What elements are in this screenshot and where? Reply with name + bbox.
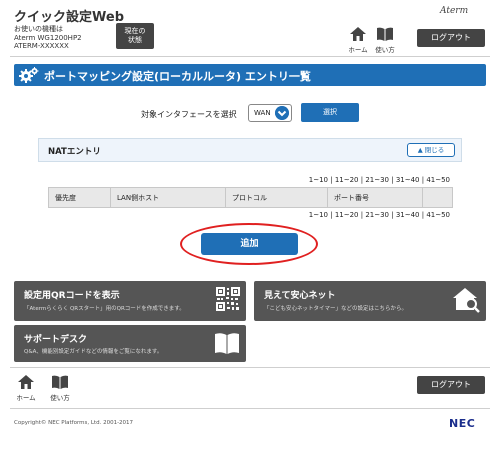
close-button[interactable]: ▲ 閉じる	[407, 143, 455, 157]
column-port: ポート番号	[327, 187, 423, 208]
page-link[interactable]: 1~10	[309, 176, 328, 184]
device-label: お使いの機種は	[14, 25, 63, 33]
page-link[interactable]: 41~50	[426, 176, 450, 184]
qr-tile-title: 設定用QRコードを表示	[24, 291, 120, 301]
qr-code-tile[interactable]	[14, 281, 246, 321]
footer-help-label: 使い方	[50, 394, 70, 402]
nat-entry-table: 優先度 LAN側ホスト プロトコル ポート番号	[48, 187, 453, 208]
gear-icon	[19, 67, 39, 83]
qr-code-icon	[216, 287, 240, 311]
help-button[interactable]: 使い方	[373, 27, 397, 54]
brand-logo: Aterm	[440, 6, 469, 16]
page-link[interactable]: 1~10	[309, 211, 328, 219]
nat-entry-panel	[38, 138, 462, 162]
column-protocol: プロトコル	[225, 187, 328, 208]
status-button-line2: 状態	[128, 36, 142, 44]
home-icon	[18, 375, 34, 389]
chevron-up-icon: ▲	[417, 146, 423, 154]
page-link[interactable]: 31~40	[396, 211, 420, 219]
column-priority: 優先度	[48, 187, 111, 208]
table-header-row: 優先度 LAN側ホスト プロトコル ポート番号	[48, 187, 453, 208]
pagination-top: 1~10 | 11~20 | 21~30 | 31~40 | 41~50	[308, 176, 450, 184]
help-label: 使い方	[375, 46, 395, 54]
interface-select-value: WAN	[254, 109, 271, 117]
nec-logo: NEC	[449, 417, 476, 430]
page-link[interactable]: 21~30	[365, 176, 389, 184]
page-link[interactable]: 11~20	[335, 176, 359, 184]
device-model: Aterm WG1200HP2	[14, 33, 82, 42]
chevron-down-icon	[275, 106, 289, 120]
app-title: クイック設定Web	[14, 10, 124, 25]
device-id: ATERM-XXXXXX	[14, 42, 69, 50]
logout-button[interactable]: ログアウト	[417, 29, 485, 47]
page-link[interactable]: 21~30	[365, 211, 389, 219]
nat-entry-title: NATエントリ	[48, 147, 101, 157]
device-info: お使いの機種は Aterm WG1200HP2 ATERM-XXXXXX	[14, 25, 82, 51]
column-lan-host: LAN側ホスト	[110, 187, 226, 208]
safe-net-subtitle: 「こども安心ネットタイマー」などの設定はこちらから。	[264, 306, 408, 312]
safe-net-tile[interactable]	[254, 281, 486, 321]
footer-home-button[interactable]: ホーム	[14, 375, 38, 402]
safe-net-title: 見えて安心ネット	[264, 291, 336, 301]
home-icon	[350, 27, 366, 41]
home-search-icon	[453, 288, 480, 313]
book-icon	[52, 375, 68, 389]
home-label: ホーム	[348, 46, 368, 54]
select-button[interactable]: 選択	[301, 103, 359, 122]
interface-label: 対象インタフェースを選択	[141, 110, 237, 119]
book-icon	[215, 333, 239, 354]
support-desk-title: サポートデスク	[24, 335, 88, 345]
footer-divider	[10, 367, 490, 368]
pagination-bottom: 1~10 | 11~20 | 21~30 | 31~40 | 41~50	[308, 211, 450, 219]
page-link[interactable]: 11~20	[335, 211, 359, 219]
support-desk-subtitle: Q&A、機能別設定ガイドなどの情報をご覧になれます。	[24, 349, 163, 355]
copyright-text: Copyright© NEC Platforms, Ltd. 2001-2017	[14, 420, 134, 426]
page-link[interactable]: 31~40	[396, 176, 420, 184]
page-link[interactable]: 41~50	[426, 211, 450, 219]
page-title: ポートマッピング設定(ローカルルータ) エントリ一覧	[44, 70, 311, 83]
column-actions	[422, 187, 453, 208]
copyright-divider	[10, 408, 490, 409]
current-status-button[interactable]: 現在の 状態	[116, 23, 154, 49]
close-label: 閉じる	[424, 146, 445, 154]
footer-logout-button[interactable]: ログアウト	[417, 376, 485, 394]
highlight-ellipse	[180, 223, 318, 265]
footer-home-label: ホーム	[16, 394, 36, 402]
home-button[interactable]: ホーム	[346, 27, 370, 54]
qr-tile-subtitle: 「Atermらくらく QRスタート」用のQRコードを作成できます。	[24, 306, 185, 312]
book-icon	[377, 27, 393, 41]
footer-help-button[interactable]: 使い方	[48, 375, 72, 402]
status-button-line1: 現在の	[124, 27, 146, 35]
header-divider	[10, 56, 490, 57]
